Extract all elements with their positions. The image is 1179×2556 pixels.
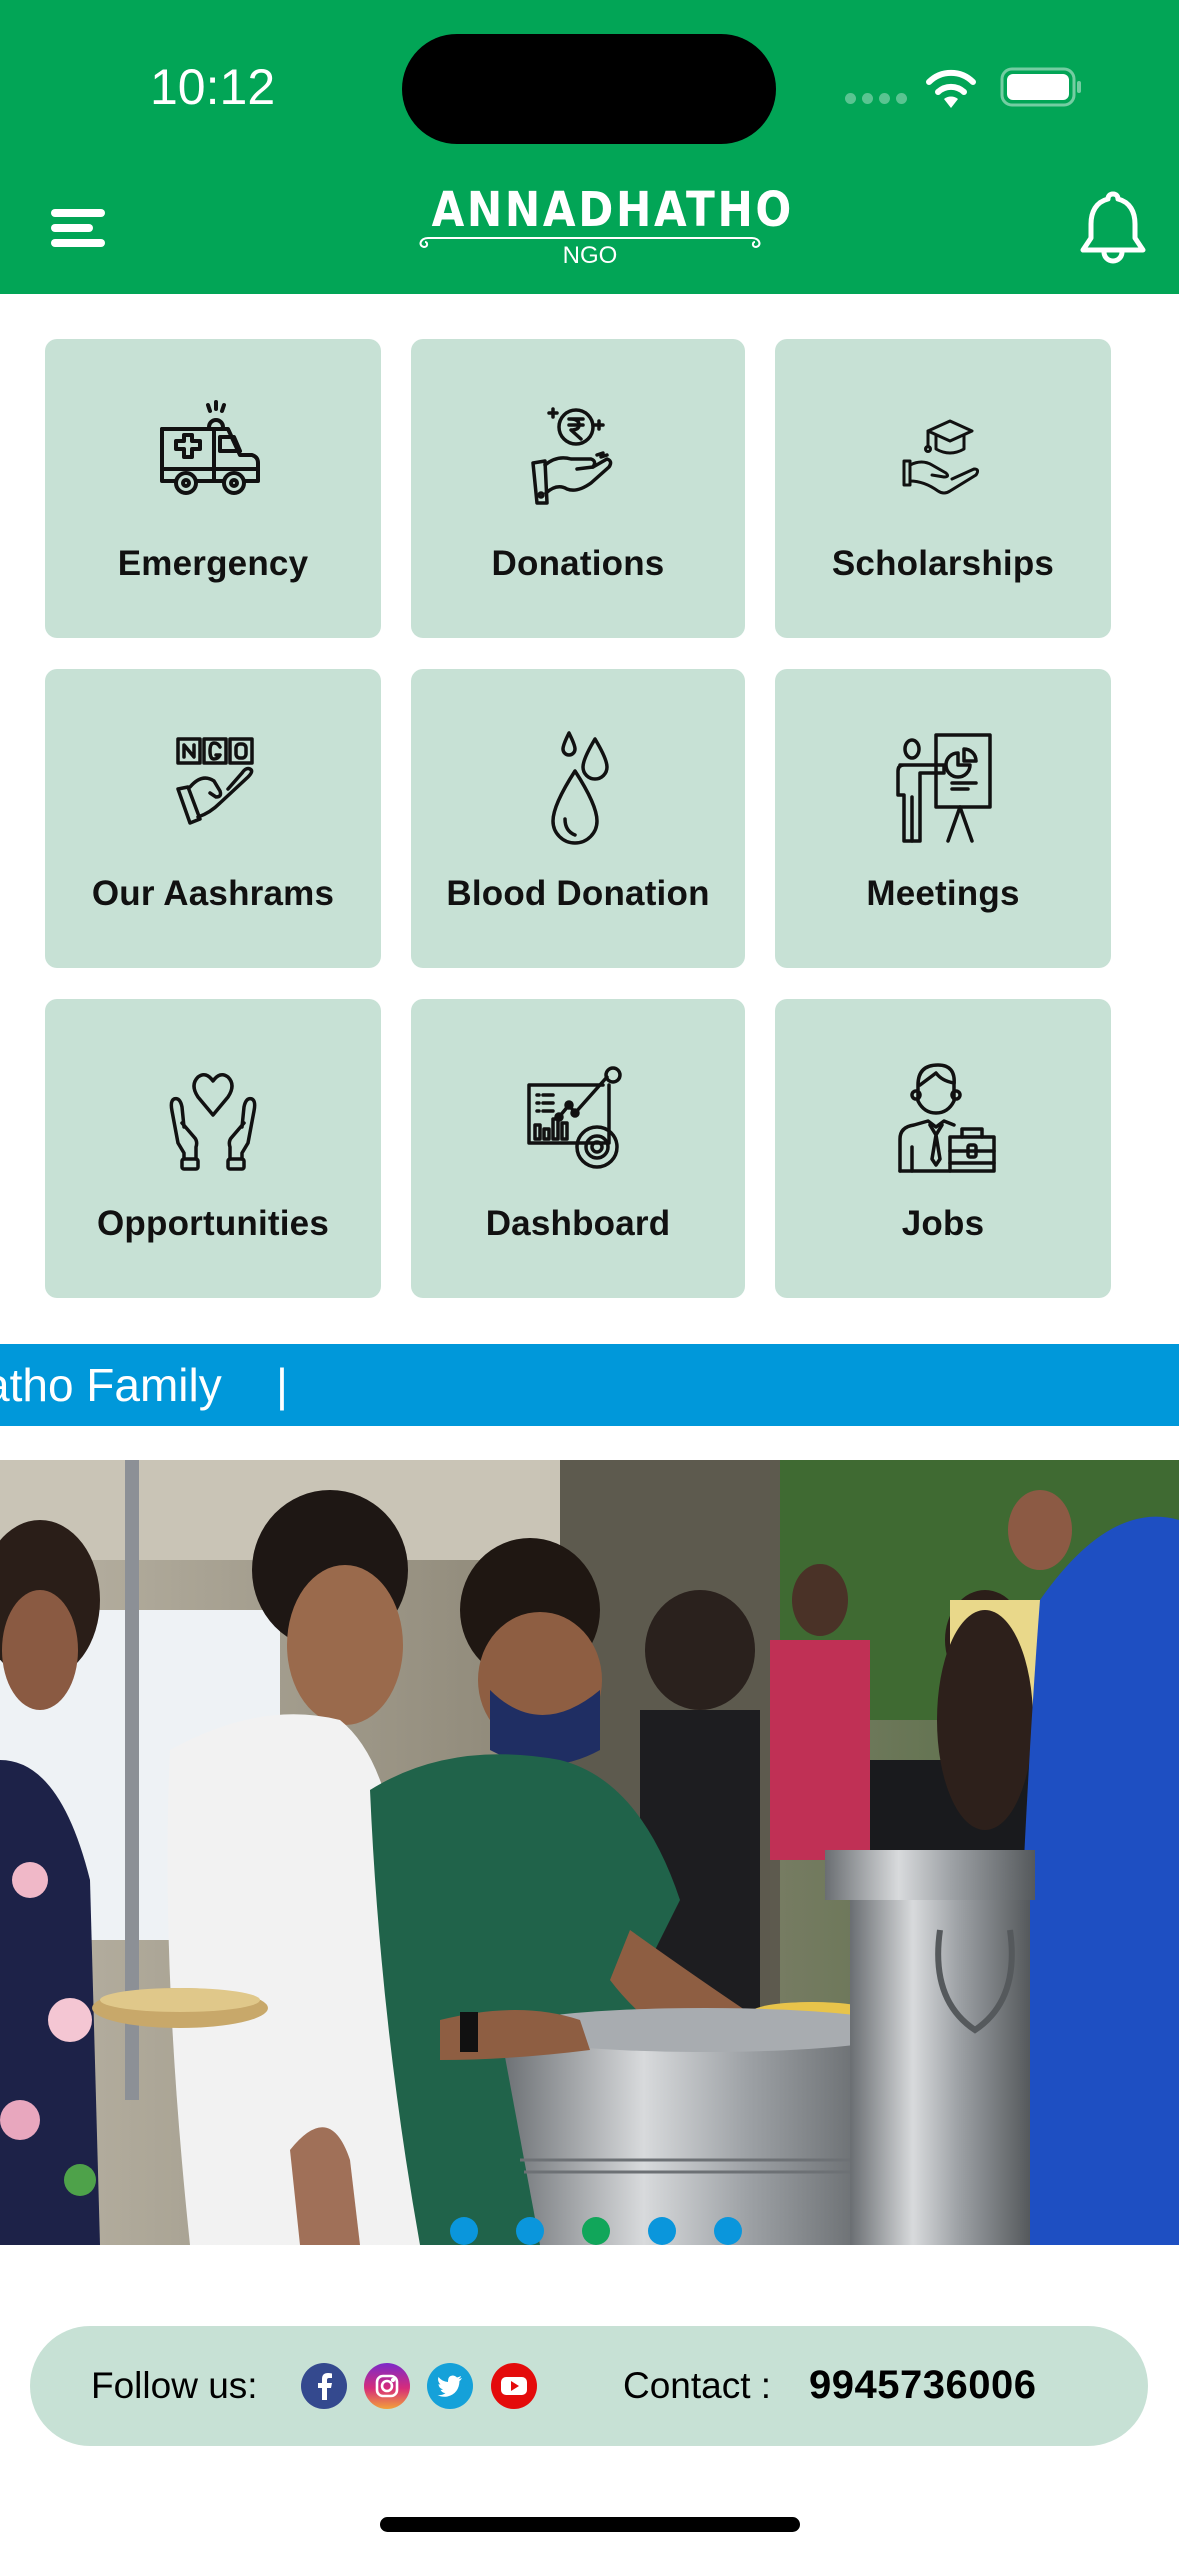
marquee-separator: | <box>276 1359 288 1411</box>
app-logo: ANNADHATHO NGO <box>410 180 794 280</box>
ambulance-icon <box>160 400 260 495</box>
blood-drops-icon <box>551 731 609 845</box>
carousel-dot-1[interactable] <box>449 2217 478 2245</box>
cellular-signal-icon <box>845 93 907 109</box>
menu-card-label: Opportunities <box>96 1204 330 1243</box>
announcement-marquee: atho Family | <box>0 1344 1179 1426</box>
ngo-hand-icon <box>176 737 254 825</box>
menu-card-scholarships[interactable]: Scholarships <box>775 339 1111 638</box>
presentation-icon <box>896 733 992 843</box>
menu-card-jobs[interactable]: Jobs <box>775 999 1111 1298</box>
logo-subtitle: NGO <box>562 242 618 269</box>
home-indicator[interactable] <box>380 2517 800 2532</box>
wifi-icon <box>926 69 976 108</box>
menu-card-label: Emergency <box>117 544 309 583</box>
menu-grid: Emergency Donations Scholarships Our Aas… <box>45 339 1112 1298</box>
youtube-button[interactable] <box>491 2363 537 2409</box>
facebook-button[interactable] <box>301 2363 347 2409</box>
menu-card-label: Meetings <box>866 874 1020 913</box>
footer-bar: Follow us: Contact : 9945736006 <box>30 2326 1148 2446</box>
logo-title: ANNADHATHO <box>431 182 794 238</box>
carousel-dot-3-active[interactable] <box>581 2217 610 2245</box>
menu-card-our-aashrams[interactable]: Our Aashrams <box>45 669 381 968</box>
carousel-dot-2[interactable] <box>515 2217 544 2245</box>
menu-card-label: Donations <box>491 544 665 583</box>
contact-label: Contact : <box>623 2365 772 2406</box>
graduation-hand-icon <box>902 419 980 495</box>
menu-card-meetings[interactable]: Meetings <box>775 669 1111 968</box>
menu-card-emergency[interactable]: Emergency <box>45 339 381 638</box>
carousel-photo <box>0 1460 1179 2245</box>
twitter-button[interactable] <box>427 2363 473 2409</box>
menu-card-label: Scholarships <box>831 544 1055 583</box>
menu-card-blood-donation[interactable]: Blood Donation <box>411 669 745 968</box>
menu-card-label: Dashboard <box>485 1204 671 1243</box>
menu-card-donations[interactable]: Donations <box>411 339 745 638</box>
bell-icon[interactable] <box>1076 190 1150 268</box>
analytics-dashboard-icon <box>527 1066 622 1169</box>
menu-card-label: Jobs <box>901 1204 985 1243</box>
status-time: 10:12 <box>150 59 276 115</box>
menu-button[interactable] <box>44 198 114 254</box>
facebook-icon <box>318 2373 332 2400</box>
businessman-briefcase-icon <box>898 1063 996 1173</box>
heart-hands-icon <box>169 1073 257 1171</box>
menu-card-dashboard[interactable]: Dashboard <box>411 999 745 1298</box>
contact-phone-link[interactable]: 9945736006 <box>809 2362 1036 2408</box>
instagram-icon <box>375 2374 399 2398</box>
battery-icon <box>1000 67 1081 107</box>
instagram-button[interactable] <box>364 2363 410 2409</box>
app-header: 10:12 ANNADHATHO NGO <box>0 0 1179 294</box>
menu-card-label: Our Aashrams <box>91 874 335 913</box>
rupee-hand-icon <box>531 407 613 505</box>
menu-card-opportunities[interactable]: Opportunities <box>45 999 381 1298</box>
carousel-dot-4[interactable] <box>647 2217 676 2245</box>
dynamic-island <box>402 34 776 144</box>
carousel-pagination <box>0 2217 1179 2245</box>
twitter-icon <box>437 2375 462 2397</box>
follow-us-label: Follow us: <box>91 2365 258 2406</box>
menu-card-label: Blood Donation <box>446 874 710 913</box>
youtube-icon <box>501 2377 527 2395</box>
image-carousel[interactable] <box>0 1460 1179 2245</box>
marquee-text: atho Family <box>0 1359 222 1411</box>
carousel-dot-5[interactable] <box>713 2217 742 2245</box>
